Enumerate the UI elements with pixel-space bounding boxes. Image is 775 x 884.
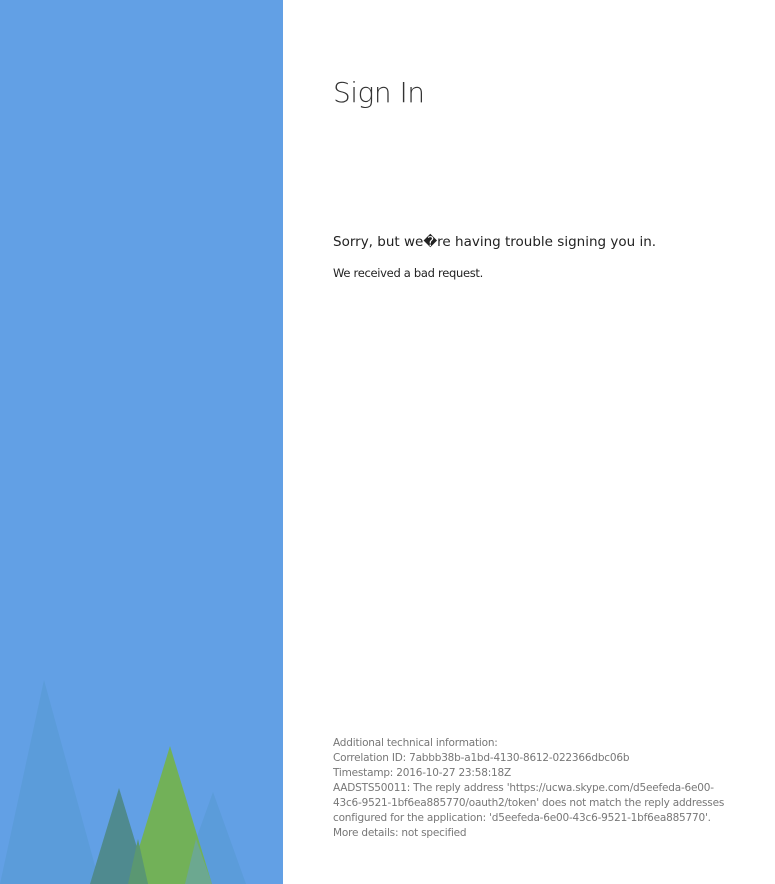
error-heading: Sorry, but we�re having trouble signing … [333,234,657,250]
side-illustration-panel [0,0,283,884]
error-detail: We received a bad request. [333,266,483,280]
sign-in-error-page: Sign In Sorry, but we�re having trouble … [0,0,775,884]
main-content: Sign In Sorry, but we�re having trouble … [333,0,738,884]
technical-info-header: Additional technical information: [333,737,498,749]
error-message: AADSTS50011: The reply address 'https://… [333,782,725,839]
correlation-id: Correlation ID: 7abbb38b-a1bd-4130-8612-… [333,752,630,764]
page-title: Sign In [333,76,425,109]
pine-trees-illustration [0,680,246,884]
technical-information: Additional technical information: Correl… [333,736,738,841]
timestamp: Timestamp: 2016-10-27 23:58:18Z [333,767,511,779]
